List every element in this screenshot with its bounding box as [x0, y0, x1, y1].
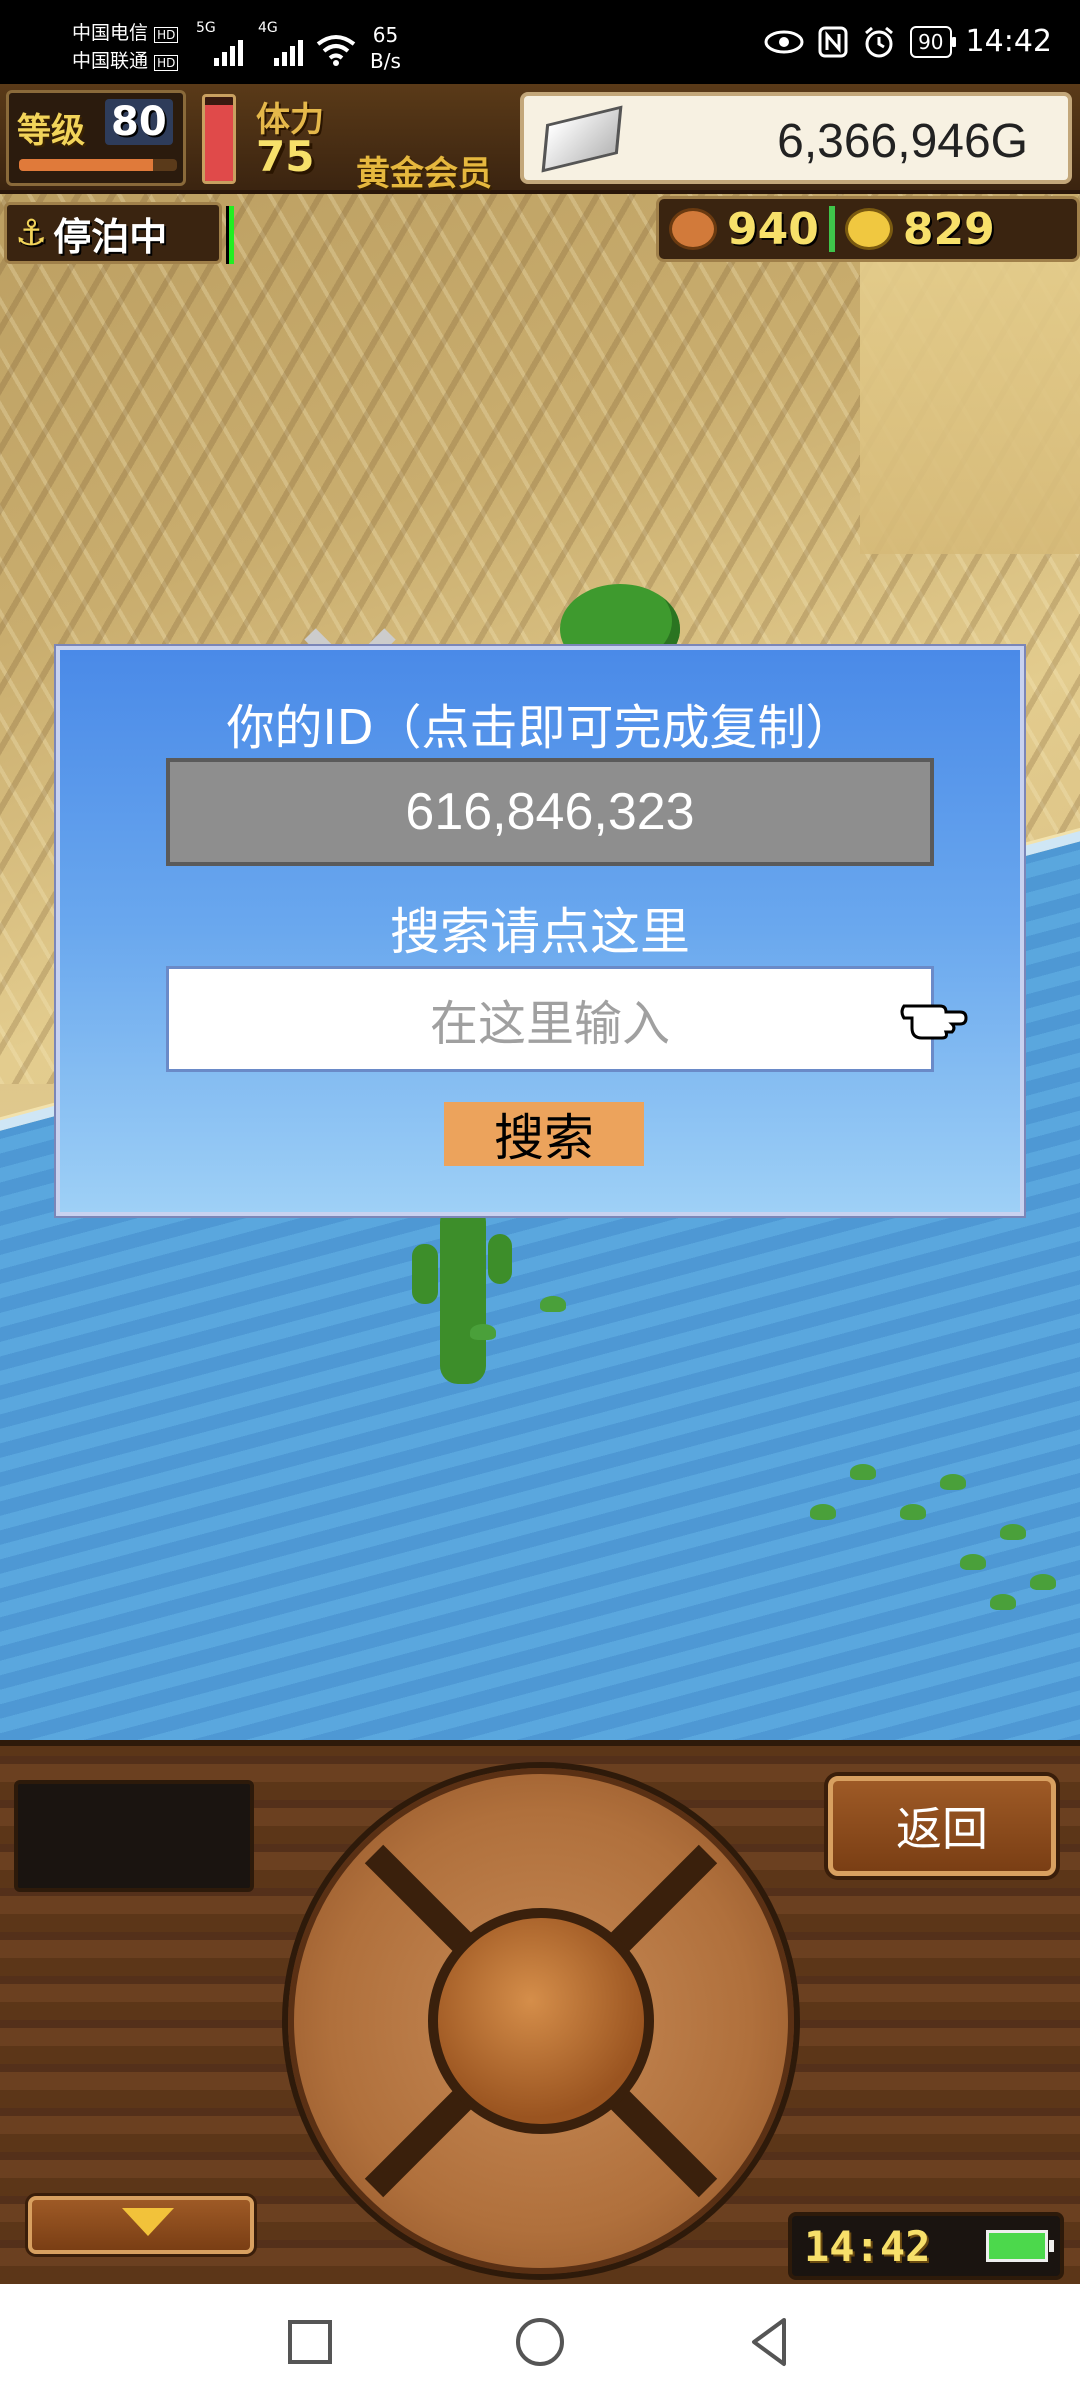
grass-sprite: [960, 1554, 986, 1570]
grass-sprite: [990, 1594, 1016, 1610]
status-right: 90 14:42: [764, 24, 1052, 59]
top-hud: 等级 80 体力 75 黄金会员 6,366,946G: [0, 84, 1080, 194]
signal-icon: [214, 22, 243, 66]
grass-sprite: [540, 1296, 566, 1312]
alarm-icon: [865, 26, 894, 57]
carrier-info: 中国电信 HD 中国联通 HD: [72, 20, 179, 76]
resource-separator: [828, 206, 835, 252]
plateau-terrain: [860, 234, 1080, 554]
net-speed: 65 B/s: [370, 23, 401, 73]
screen: 中国电信 HD 中国联通 HD 5G 4G 65 B/s 90 14:42 等级…: [0, 0, 1080, 2400]
gold-amount: 6,366,946G: [777, 115, 1028, 168]
coin-count: 829: [902, 203, 995, 255]
back-nav-icon[interactable]: [740, 2312, 800, 2372]
control-panel: 返回 14:42: [0, 1740, 1080, 2284]
grass-sprite: [850, 1464, 876, 1480]
coin-icon: [844, 208, 893, 250]
search-input[interactable]: 在这里输入: [166, 966, 934, 1072]
dock-status-button[interactable]: ⚓ 停泊中: [4, 202, 222, 264]
game-clock-panel: 14:42: [788, 2212, 1064, 2280]
game-clock: 14:42: [804, 2221, 931, 2271]
dock-indicator: [226, 206, 234, 264]
hd-badge: HD: [154, 27, 179, 43]
user-id-copy-box[interactable]: 616,846,323: [166, 758, 934, 866]
stamina-value: 75: [256, 132, 315, 181]
grass-sprite: [900, 1504, 926, 1520]
system-nav-bar: [0, 2284, 1080, 2400]
anchor-icon: ⚓: [15, 212, 48, 254]
membership-label: 黄金会员: [356, 154, 492, 194]
food-icon: [669, 208, 717, 250]
level-label: 等级: [17, 111, 85, 151]
back-button[interactable]: 返回: [828, 1776, 1056, 1876]
stamina-bar: [202, 94, 236, 184]
dock-status-label: 停泊中: [53, 214, 168, 259]
carrier-2: 中国联通: [72, 50, 149, 72]
battery-icon: [986, 2230, 1054, 2262]
silver-bar-icon: [541, 105, 623, 173]
dialog-title: 你的ID（点击即可完成复制）: [226, 700, 854, 756]
grass-sprite: [1030, 1574, 1056, 1590]
grass-sprite: [940, 1474, 966, 1490]
direction-pad[interactable]: [288, 1768, 794, 2274]
grass-sprite: [810, 1504, 836, 1520]
food-count: 940: [727, 203, 819, 255]
level-progress-fill: [19, 159, 154, 171]
grass-sprite: [470, 1324, 496, 1340]
hd-badge: HD: [154, 55, 179, 71]
resource-panel: 940 829: [656, 196, 1080, 262]
status-bar: 中国电信 HD 中国联通 HD 5G 4G 65 B/s 90 14:42: [0, 0, 1080, 84]
wifi-icon: [316, 35, 356, 66]
battery-icon: 90: [910, 25, 957, 58]
nfc-icon: [818, 26, 848, 57]
network-5g-label: 5G: [196, 20, 216, 36]
cactus-sprite: [412, 1204, 512, 1384]
search-button[interactable]: 搜索: [444, 1102, 644, 1167]
grass-sprite: [1000, 1524, 1026, 1540]
friend-search-dialog: 你的ID（点击即可完成复制） 616,846,323 搜索请点这里 在这里输入 …: [56, 646, 1024, 1216]
recent-apps-icon[interactable]: [280, 2312, 340, 2372]
pointing-hand-icon: [900, 1004, 968, 1040]
home-icon[interactable]: [510, 2312, 570, 2372]
menu-down-button[interactable]: [28, 2196, 254, 2254]
stamina-fill: [205, 105, 233, 181]
message-slot: [14, 1780, 254, 1892]
level-progress-bar: [19, 159, 177, 171]
dpad-center-button[interactable]: [428, 1908, 654, 2134]
level-value: 80: [105, 99, 173, 145]
search-hint: 搜索请点这里: [390, 903, 690, 961]
signal-icon: [274, 22, 303, 66]
level-panel: 等级 80: [6, 90, 186, 186]
eye-icon: [764, 30, 804, 53]
status-time: 14:42: [965, 24, 1052, 59]
carrier-1: 中国电信: [72, 22, 149, 44]
gold-panel: 6,366,946G: [520, 92, 1072, 184]
